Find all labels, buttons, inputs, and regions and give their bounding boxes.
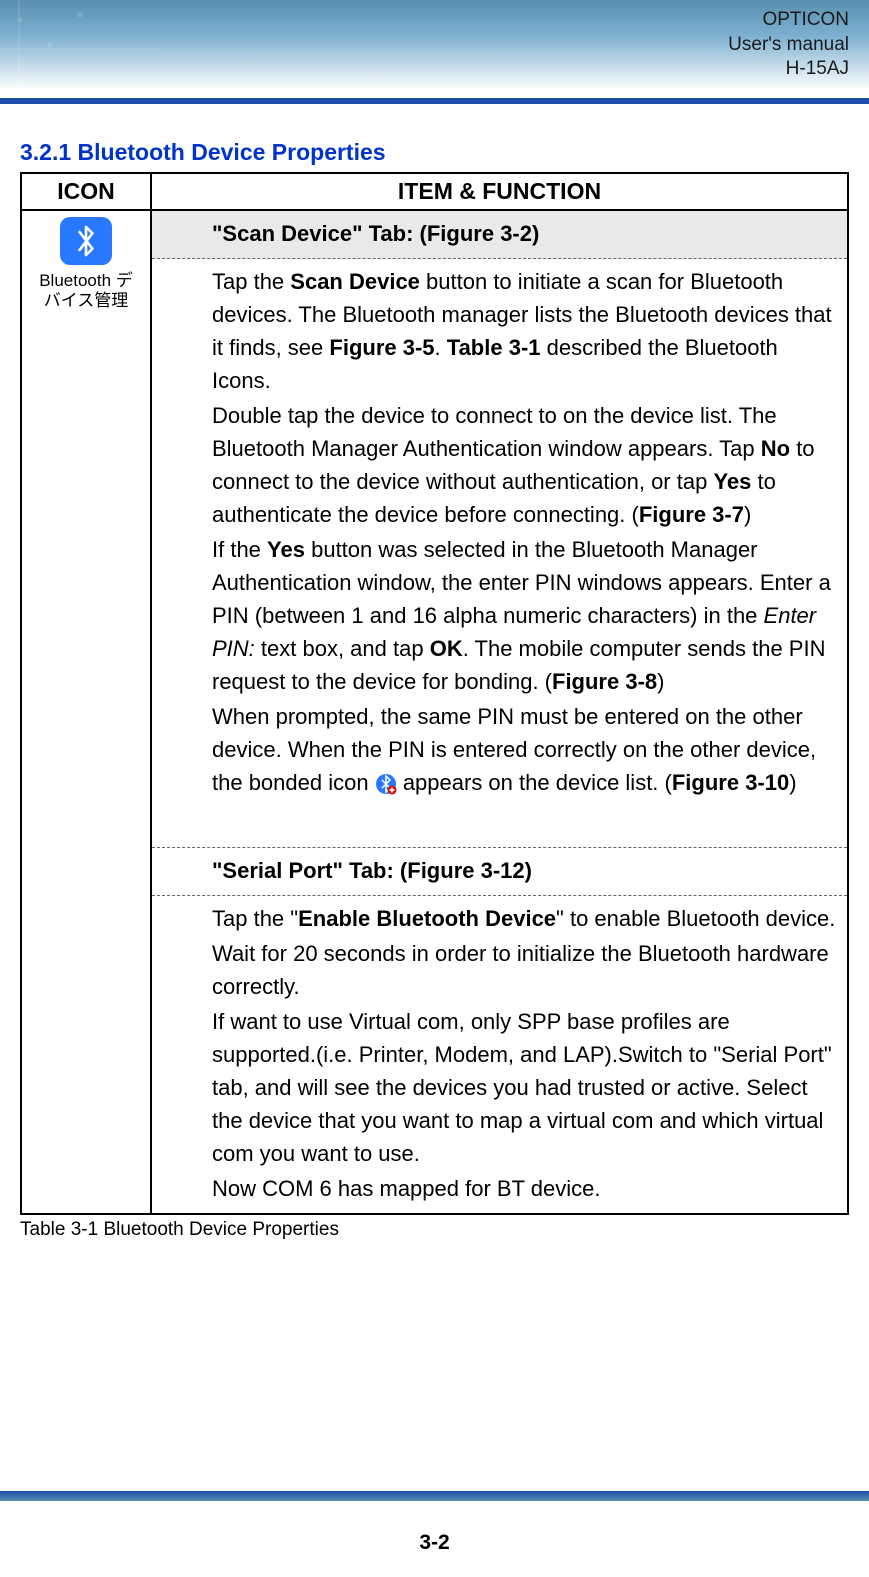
text: ) bbox=[657, 669, 664, 694]
header-doc-title: User's manual bbox=[728, 33, 849, 58]
tab2-header-row: "Serial Port" Tab: (Figure 3-12) bbox=[152, 848, 847, 896]
text-bold: Figure 3-5 bbox=[329, 335, 434, 360]
text: Double tap the device to connect to on t… bbox=[212, 403, 777, 461]
page-number: 3-2 bbox=[0, 1531, 869, 1577]
text-bold: Scan Device bbox=[290, 269, 420, 294]
header-circuit-decoration bbox=[0, 0, 160, 90]
table-row: Bluetooth デ バイス管理 "Scan Device" Tab: (Fi… bbox=[21, 210, 848, 1214]
text-bold: Yes bbox=[713, 469, 751, 494]
properties-table: ICON ITEM & FUNCTION Bluetooth デ バイス管理 bbox=[20, 172, 849, 1215]
col-header-function: ITEM & FUNCTION bbox=[151, 173, 848, 210]
header-text-block: OPTICON User's manual H-15AJ bbox=[728, 8, 849, 82]
section-heading: 3.2.1 Bluetooth Device Properties bbox=[20, 139, 849, 166]
table-header-row: ICON ITEM & FUNCTION bbox=[21, 173, 848, 210]
text-bold: No bbox=[761, 436, 790, 461]
text: text box, and tap bbox=[255, 636, 430, 661]
text: Tap the " bbox=[212, 906, 298, 931]
icon-cell: Bluetooth デ バイス管理 bbox=[21, 210, 151, 1214]
tab1-header-row: "Scan Device" Tab: (Figure 3-2) bbox=[152, 211, 847, 259]
text: ) bbox=[744, 502, 751, 527]
function-cell: "Scan Device" Tab: (Figure 3-2) Tap the … bbox=[151, 210, 848, 1214]
header-model: H-15AJ bbox=[728, 57, 849, 82]
tab1-title: "Scan Device" Tab: (Figure 3-2) bbox=[188, 217, 839, 250]
list-item: Now COM 6 has mapped for BT device. bbox=[188, 1172, 839, 1205]
table-caption: Table 3-1 Bluetooth Device Properties bbox=[20, 1219, 849, 1241]
text: " to enable Bluetooth device. bbox=[556, 906, 835, 931]
col-header-icon: ICON bbox=[21, 173, 151, 210]
tab1-body-row: Tap the Scan Device button to initiate a… bbox=[152, 259, 847, 848]
list-item: Tap the "Enable Bluetooth Device" to ena… bbox=[188, 902, 839, 935]
text: ) bbox=[789, 770, 796, 795]
page-footer: 3-2 bbox=[0, 1491, 869, 1577]
text-bold: Yes bbox=[267, 537, 305, 562]
text-bold: Figure 3-7 bbox=[639, 502, 744, 527]
tab2-title: "Serial Port" Tab: (Figure 3-12) bbox=[188, 854, 839, 887]
text-bold: Figure 3-8 bbox=[552, 669, 657, 694]
list-item: Double tap the device to connect to on t… bbox=[188, 399, 839, 531]
list-item: When prompted, the same PIN must be ente… bbox=[188, 700, 839, 799]
text-bold: OK bbox=[430, 636, 463, 661]
text: . bbox=[435, 335, 447, 360]
page-header-banner: OPTICON User's manual H-15AJ bbox=[0, 0, 869, 90]
text: Tap the bbox=[212, 269, 290, 294]
text-bold: Enable Bluetooth Device bbox=[298, 906, 556, 931]
tab2-body-row: Tap the "Enable Bluetooth Device" to ena… bbox=[152, 896, 847, 1214]
bonded-icon bbox=[375, 771, 397, 793]
header-brand: OPTICON bbox=[728, 8, 849, 33]
footer-divider-bar bbox=[0, 1491, 869, 1501]
text: If the bbox=[212, 537, 267, 562]
list-item: If want to use Virtual com, only SPP bas… bbox=[188, 1005, 839, 1170]
list-item: Tap the Scan Device button to initiate a… bbox=[188, 265, 839, 397]
list-item: Wait for 20 seconds in order to initiali… bbox=[188, 937, 839, 1003]
text: button was selected in the Bluetooth Man… bbox=[212, 537, 831, 628]
bluetooth-icon-label-2: バイス管理 bbox=[22, 291, 150, 311]
function-subtable: "Scan Device" Tab: (Figure 3-2) Tap the … bbox=[152, 211, 847, 1213]
page-content: 3.2.1 Bluetooth Device Properties ICON I… bbox=[0, 104, 869, 1241]
text-bold: Figure 3-10 bbox=[672, 770, 789, 795]
bluetooth-icon-label-1: Bluetooth デ bbox=[22, 271, 150, 291]
text-bold: Table 3-1 bbox=[447, 335, 541, 360]
text: appears on the device list. ( bbox=[397, 770, 672, 795]
bluetooth-icon bbox=[60, 217, 112, 265]
list-item: If the Yes button was selected in the Bl… bbox=[188, 533, 839, 698]
